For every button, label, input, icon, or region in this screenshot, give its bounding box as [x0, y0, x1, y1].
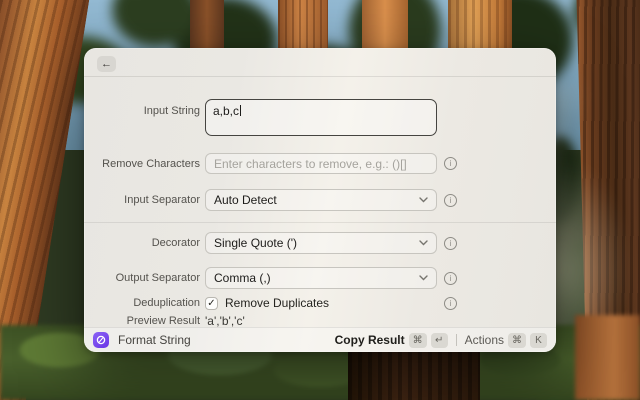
info-icon[interactable]: i: [444, 157, 457, 170]
remove-characters-row: Remove Characters Enter characters to re…: [84, 153, 457, 174]
cmd-key-badge: ⌘: [508, 333, 526, 348]
copy-result-button[interactable]: Copy Result: [335, 333, 405, 347]
preview-result-value: 'a','b','c': [205, 314, 245, 328]
remove-characters-label: Remove Characters: [84, 158, 200, 170]
window-header: ←: [84, 48, 556, 77]
format-string-app-icon: [93, 332, 109, 348]
input-separator-row: Input Separator Auto Detect i: [84, 189, 457, 211]
action-bar: Format String Copy Result ⌘ ↵ Actions ⌘ …: [84, 327, 556, 352]
output-separator-row: Output Separator Comma (,) i: [84, 267, 457, 289]
remove-duplicates-checkbox[interactable]: ✓: [205, 297, 218, 310]
decorator-label: Decorator: [84, 237, 200, 249]
chevron-down-icon: [419, 275, 428, 281]
format-string-glyph-icon: [96, 335, 106, 345]
decorator-dropdown[interactable]: Single Quote ('): [205, 232, 437, 254]
back-arrow-icon: ←: [101, 58, 112, 70]
output-separator-value: Comma (,): [214, 271, 271, 285]
input-separator-label: Input Separator: [84, 194, 200, 206]
k-key-badge: K: [530, 333, 547, 348]
actions-button[interactable]: Actions: [465, 333, 504, 347]
format-string-window: ← Input String a,b,c Remove Characters E…: [84, 48, 556, 352]
decorator-row: Decorator Single Quote (') i: [84, 232, 457, 254]
input-separator-dropdown[interactable]: Auto Detect: [205, 189, 437, 211]
return-key-badge: ↵: [431, 333, 448, 348]
input-string-value: a,b,c: [213, 104, 239, 118]
remove-characters-input[interactable]: Enter characters to remove, e.g.: ()[]: [205, 153, 437, 174]
remove-duplicates-checkbox-label[interactable]: Remove Duplicates: [225, 296, 329, 310]
decorator-value: Single Quote ('): [214, 236, 297, 250]
cmd-key-badge: ⌘: [409, 333, 427, 348]
deduplication-row: Deduplication ✓ Remove Duplicates i: [84, 296, 457, 310]
chevron-down-icon: [419, 197, 428, 203]
info-icon[interactable]: i: [444, 297, 457, 310]
wallpaper-tree-trunk-bottom-right: [575, 315, 640, 400]
input-string-label: Input String: [84, 99, 200, 117]
back-button[interactable]: ←: [97, 56, 116, 72]
preview-result-label: Preview Result: [84, 315, 200, 327]
deduplication-control: ✓ Remove Duplicates: [205, 296, 437, 310]
footer-divider: [456, 334, 457, 346]
remove-characters-placeholder: Enter characters to remove, e.g.: ()[]: [214, 157, 407, 171]
input-string-row: Input String a,b,c: [84, 99, 437, 136]
input-string-textarea[interactable]: a,b,c: [205, 99, 437, 136]
preview-result-row: Preview Result 'a','b','c': [84, 314, 245, 328]
input-separator-value: Auto Detect: [214, 193, 277, 207]
app-name: Format String: [118, 333, 335, 347]
text-caret: [240, 105, 241, 116]
output-separator-label: Output Separator: [84, 272, 200, 284]
info-icon[interactable]: i: [444, 272, 457, 285]
checkmark-icon: ✓: [207, 298, 215, 309]
deduplication-label: Deduplication: [84, 297, 200, 309]
info-icon[interactable]: i: [444, 237, 457, 250]
output-separator-dropdown[interactable]: Comma (,): [205, 267, 437, 289]
info-icon[interactable]: i: [444, 194, 457, 207]
section-divider: [84, 222, 556, 223]
chevron-down-icon: [419, 240, 428, 246]
